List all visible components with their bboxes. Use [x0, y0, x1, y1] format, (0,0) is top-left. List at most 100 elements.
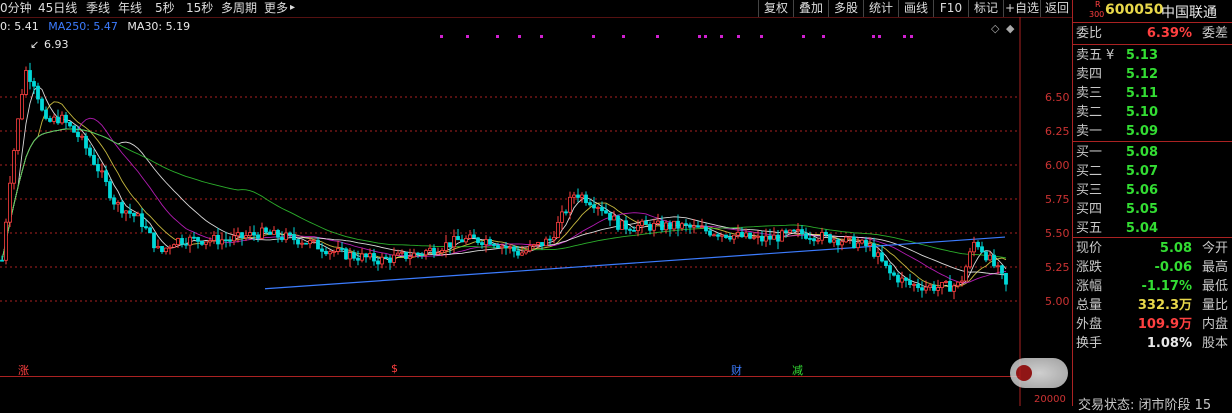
candle-body	[460, 239, 464, 243]
stat-row: 涨跌 -0.06 最高	[1076, 259, 1230, 276]
candle-body	[696, 225, 700, 228]
candle-body	[472, 234, 476, 239]
candle-body	[328, 251, 332, 255]
ma30-value: 5.19	[165, 20, 191, 33]
high-price-label: 6.93	[44, 38, 69, 51]
candle-body	[896, 274, 900, 283]
period-5sec[interactable]: 5秒	[155, 1, 175, 15]
candle-body	[980, 246, 984, 253]
sell-label: 卖二	[1076, 105, 1103, 120]
candle-body	[348, 252, 352, 260]
marker-dollar[interactable]: $	[391, 362, 398, 375]
mark-button[interactable]: 标记	[968, 0, 1003, 17]
signal-dot	[496, 35, 499, 38]
quote-sep-1	[1073, 22, 1232, 23]
diamond-filled-icon[interactable]: ◆	[1006, 22, 1014, 35]
stat-label: 涨幅	[1076, 279, 1103, 294]
candle-body	[12, 150, 16, 184]
candle-body	[332, 251, 336, 253]
stat-row: 总量 332.3万 量比	[1076, 297, 1230, 314]
candle-body	[820, 231, 824, 241]
candle-body	[120, 202, 124, 214]
candle-body	[724, 234, 728, 238]
kline-chart[interactable]	[0, 0, 1072, 406]
candle-body	[284, 232, 288, 241]
buy-row[interactable]: 买三 5.06	[1076, 182, 1230, 199]
candle-body	[940, 282, 944, 288]
candle-body	[968, 251, 972, 268]
back-button[interactable]: 返回	[1040, 0, 1073, 17]
signal-dot	[592, 35, 595, 38]
buy-price: 5.08	[1125, 145, 1158, 160]
sell-row[interactable]: 卖一 5.09	[1076, 123, 1230, 140]
buy-row[interactable]: 买一 5.08	[1076, 144, 1230, 161]
candle-body	[160, 246, 164, 253]
candle-body	[384, 256, 388, 259]
candle-body	[792, 229, 796, 232]
add-watchlist-button[interactable]: +自选	[1003, 0, 1040, 17]
period-year[interactable]: 年线	[118, 1, 142, 15]
period-10min[interactable]: 0分钟	[0, 1, 32, 15]
f10-button[interactable]: F10	[933, 0, 968, 17]
buy-row[interactable]: 买四 5.05	[1076, 201, 1230, 218]
candle-body	[100, 170, 104, 173]
period-multi[interactable]: 多周期	[221, 1, 257, 15]
more-arrow-icon[interactable]: ▸	[290, 1, 295, 15]
sell-row[interactable]: 卖二 5.10	[1076, 104, 1230, 121]
candle-body	[556, 221, 560, 238]
price-axis-625: 6.25	[1045, 125, 1070, 138]
multi-stock-button[interactable]: 多股	[828, 0, 863, 17]
candle-body	[524, 250, 528, 254]
candle-body	[440, 249, 444, 254]
candle-body	[408, 256, 412, 259]
candle-body	[620, 220, 624, 230]
buy-row[interactable]: 买二 5.07	[1076, 163, 1230, 180]
period-15sec[interactable]: 15秒	[186, 1, 213, 15]
sell-row[interactable]: 卖三 5.11	[1076, 85, 1230, 102]
candle-body	[552, 237, 556, 241]
candle-body	[720, 234, 724, 237]
candle-body	[412, 252, 416, 258]
candle-body	[628, 228, 632, 231]
sell-label: 卖三	[1076, 86, 1103, 101]
candle-body	[188, 236, 192, 246]
buy-price: 5.06	[1125, 183, 1158, 198]
candle-body	[528, 245, 532, 252]
volume-divider	[0, 376, 1020, 377]
candle-body	[424, 250, 428, 256]
candle-body	[156, 246, 160, 249]
candle-body	[992, 254, 996, 267]
candle-body	[428, 247, 432, 252]
sell-price: 5.10	[1125, 105, 1158, 120]
candle-body	[492, 243, 496, 246]
period-more[interactable]: 更多	[264, 1, 288, 15]
period-quarter[interactable]: 季线	[86, 1, 110, 15]
candle-body	[568, 196, 572, 213]
diamond-icon[interactable]: ◇	[991, 22, 999, 35]
candle-body	[16, 118, 20, 151]
candle-body	[96, 164, 100, 172]
buy-price: 5.07	[1125, 164, 1158, 179]
overlay-button[interactable]: 叠加	[793, 0, 828, 17]
period-45day[interactable]: 45日线	[38, 1, 77, 15]
candle-body	[292, 234, 296, 241]
badge-300: 300	[1089, 10, 1105, 19]
candle-body	[176, 238, 180, 246]
signal-dot	[466, 35, 469, 38]
candle-body	[900, 277, 904, 283]
candle-body	[828, 234, 832, 243]
candle-body	[712, 234, 716, 237]
buy-row[interactable]: 买五 5.04	[1076, 220, 1230, 237]
sell-row[interactable]: 卖五 ¥5.13	[1076, 47, 1230, 64]
candle-body	[448, 242, 452, 248]
candle-body	[228, 239, 232, 242]
stat-value: -0.06	[1154, 260, 1192, 275]
candle-body	[964, 266, 968, 282]
draw-line-button[interactable]: 画线	[898, 0, 933, 17]
statistics-button[interactable]: 统计	[863, 0, 898, 17]
sell-row[interactable]: 卖四 5.12	[1076, 66, 1230, 83]
candle-body	[960, 280, 964, 283]
fuquan-button[interactable]: 复权	[758, 0, 793, 17]
candle-body	[752, 236, 756, 239]
stat-value: 5.08	[1159, 241, 1192, 256]
